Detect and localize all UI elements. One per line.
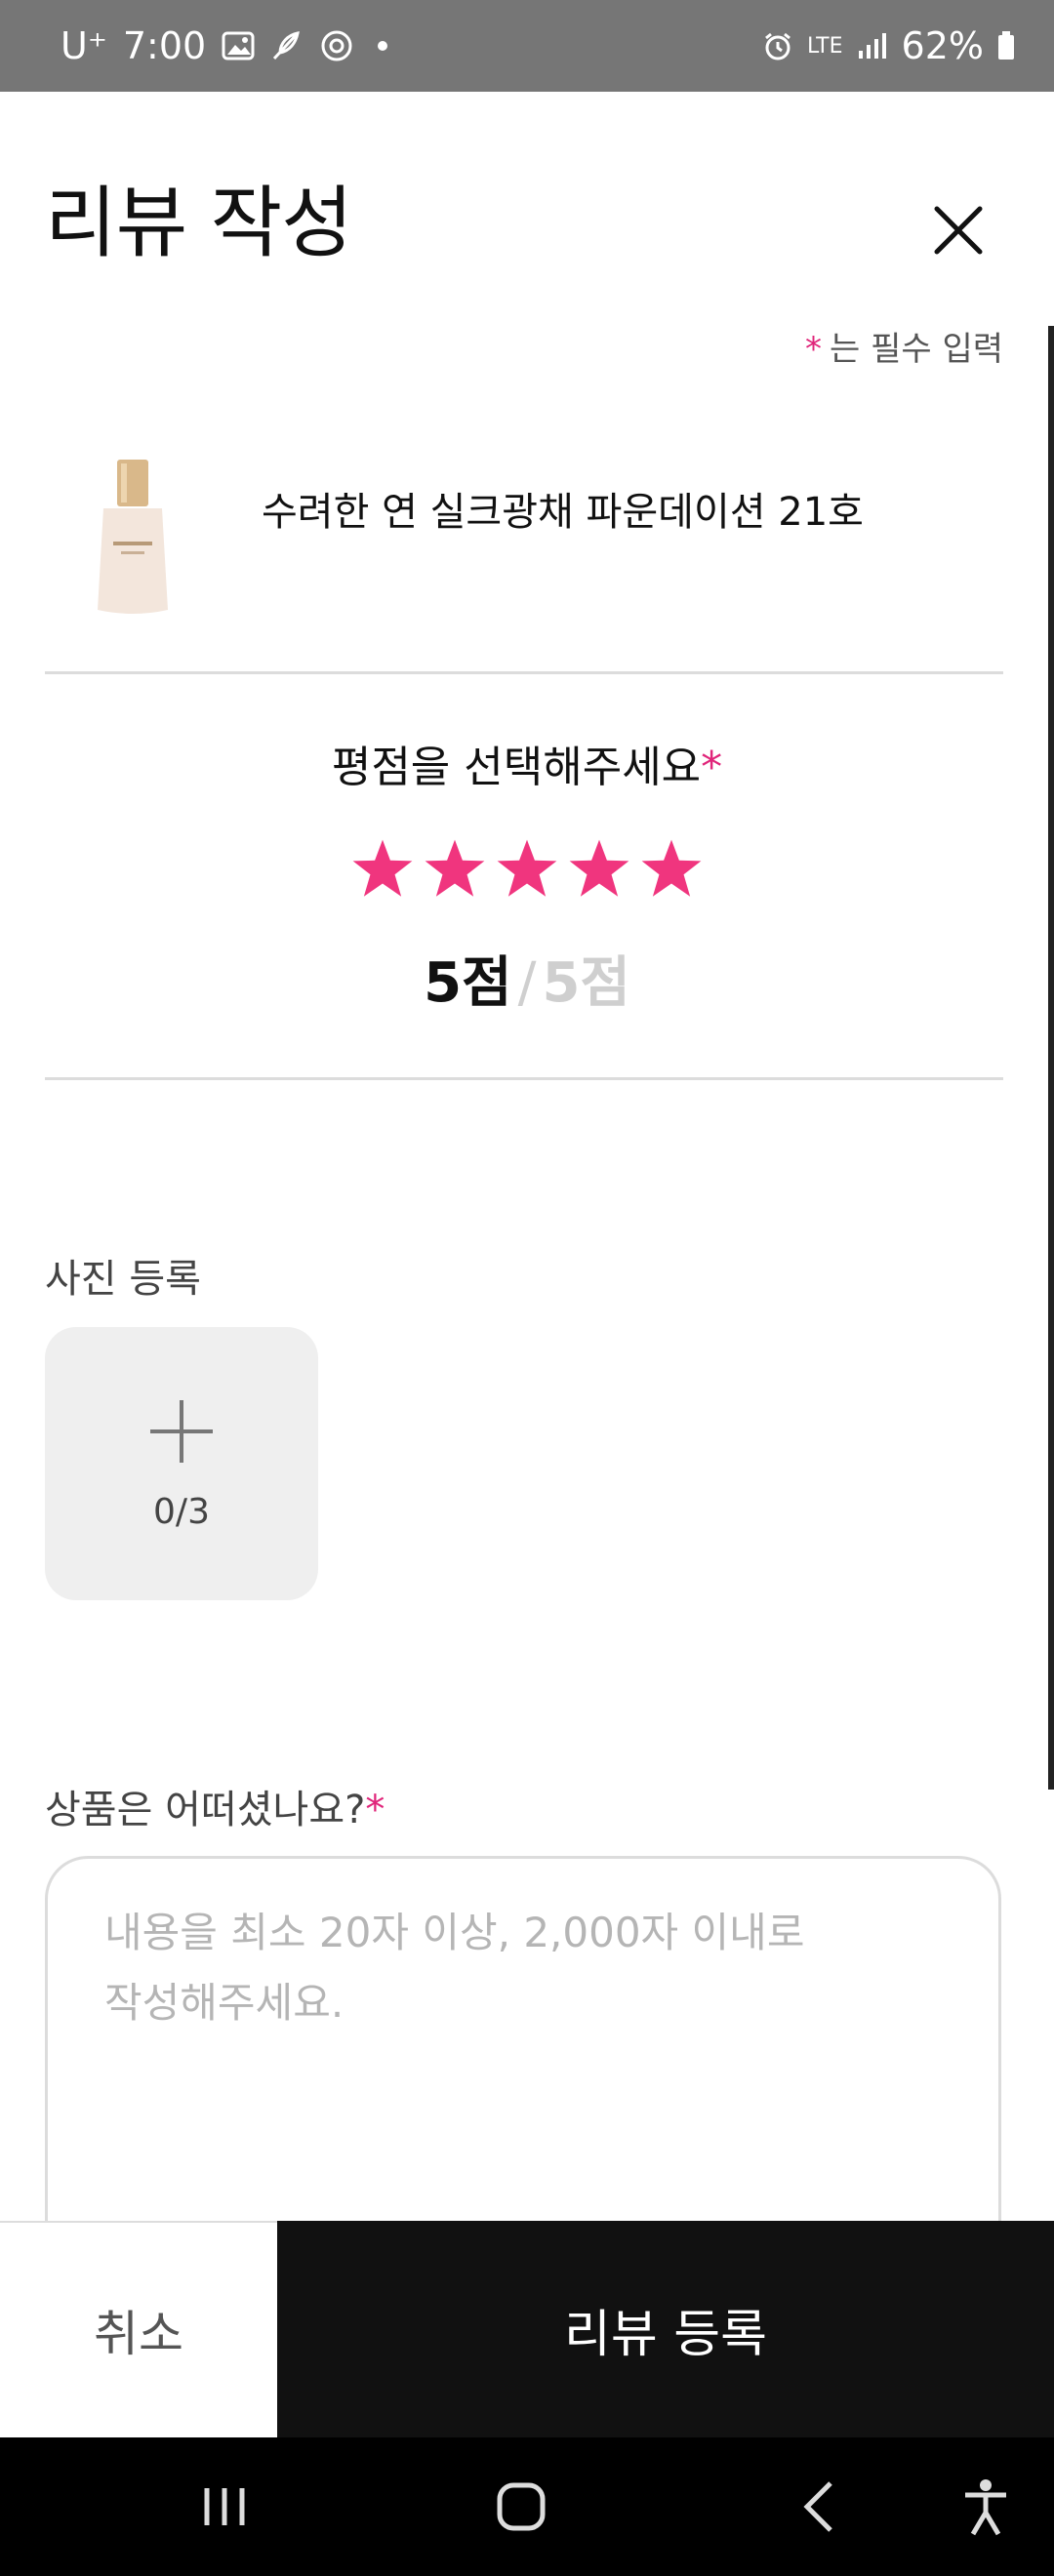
product-row: 수려한 연 실크광채 파운데이션 21호	[45, 420, 1001, 654]
signal-icon	[857, 31, 888, 60]
required-note-text: 는 필수 입력	[829, 330, 1003, 369]
gallery-icon	[222, 31, 255, 60]
recent-apps-icon	[204, 2488, 245, 2525]
star-5-icon[interactable]	[639, 837, 704, 902]
submit-review-button[interactable]: 리뷰 등록	[277, 2221, 1054, 2437]
battery-label: 62%	[901, 24, 984, 67]
status-bar: U⁺ 7:00 LTE 62%	[0, 0, 1054, 92]
notification-dot-icon	[378, 41, 388, 51]
star-rating	[0, 837, 1054, 902]
status-left: U⁺ 7:00	[61, 0, 388, 92]
review-textarea[interactable]	[48, 1859, 998, 2263]
review-required-mark: *	[365, 1788, 385, 1832]
star-1-icon[interactable]	[350, 837, 415, 902]
alarm-icon	[762, 30, 793, 61]
accessibility-icon	[965, 2479, 1006, 2536]
photo-label: 사진 등록	[45, 1257, 201, 1302]
navigation-bar	[0, 2437, 1054, 2576]
battery-icon	[997, 31, 1015, 60]
required-note: * 는 필수 입력	[805, 322, 1003, 370]
bottom-action-bar: 취소 리뷰 등록	[0, 2221, 1054, 2437]
review-box	[45, 1856, 1001, 2266]
page-title: 리뷰 작성	[45, 178, 353, 268]
score-separator: /	[517, 951, 537, 1015]
plus-icon	[150, 1399, 213, 1463]
cancel-button[interactable]: 취소	[0, 2221, 277, 2437]
header: 리뷰 작성	[0, 92, 1054, 326]
carrier-label: U⁺	[61, 24, 107, 67]
settings-icon	[319, 28, 354, 63]
accessibility-button[interactable]	[937, 2437, 1034, 2576]
home-button[interactable]	[472, 2437, 570, 2576]
back-button[interactable]	[771, 2437, 869, 2576]
review-label: 상품은 어떠셨나요?*	[45, 1778, 385, 1834]
close-icon	[934, 206, 983, 255]
back-icon	[803, 2481, 832, 2532]
close-button[interactable]	[912, 183, 1005, 277]
rating-title-text: 평점을 선택해주세요	[331, 743, 702, 792]
required-star: *	[804, 330, 822, 369]
status-right: LTE 62%	[762, 0, 1015, 92]
add-photo-button[interactable]: 0/3	[45, 1327, 318, 1600]
photo-count: 0/3	[153, 1491, 210, 1532]
clock: 7:00	[122, 24, 207, 67]
home-icon	[497, 2482, 546, 2531]
divider-top	[45, 671, 1003, 674]
rating-required-mark: *	[701, 743, 723, 792]
star-2-icon[interactable]	[423, 837, 487, 902]
rating-section: 평점을 선택해주세요* 5점/5점	[0, 683, 1054, 1073]
star-3-icon[interactable]	[495, 837, 559, 902]
network-label: LTE	[806, 33, 843, 59]
rating-title: 평점을 선택해주세요*	[0, 732, 1054, 794]
product-image	[45, 449, 221, 624]
recent-apps-button[interactable]	[176, 2437, 273, 2576]
score-current: 5점	[424, 951, 512, 1015]
review-label-text: 상품은 어떠셨나요?	[45, 1788, 366, 1832]
score-max: 5점	[542, 951, 630, 1015]
score-display: 5점/5점	[0, 939, 1054, 1018]
divider-bottom	[45, 1077, 1003, 1080]
feather-icon	[270, 29, 304, 62]
star-4-icon[interactable]	[567, 837, 631, 902]
product-name: 수려한 연 실크광채 파운데이션 21호	[262, 490, 864, 535]
